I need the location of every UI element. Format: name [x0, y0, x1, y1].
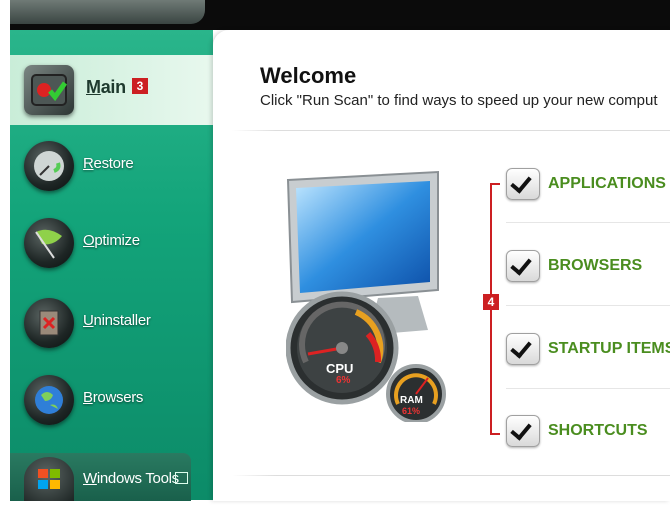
checklist-item-shortcuts[interactable]: SHORTCUTS [506, 415, 670, 449]
sidebar-item-label: Browsers [83, 389, 144, 406]
sidebar-item-restore[interactable]: Restore [10, 131, 213, 201]
divider [506, 388, 670, 389]
sidebar-item-label: Restore [83, 155, 134, 172]
sidebar-item-label: Main [86, 77, 126, 97]
sidebar-item-label: Uninstaller [83, 312, 151, 329]
checklist-label: APPLICATIONS [548, 175, 666, 192]
checkbox[interactable] [506, 250, 540, 282]
cpu-label: CPU [326, 361, 354, 376]
restore-gauge-icon [24, 141, 74, 191]
checkbox[interactable] [506, 415, 540, 447]
cpu-value: 6% [336, 375, 351, 386]
external-window-icon [175, 472, 188, 484]
sidebar-item-label: Windows Tools [83, 470, 179, 487]
callout-badge-4: 4 [483, 294, 499, 310]
checklist-label: BROWSERS [548, 257, 643, 274]
divider [506, 305, 670, 306]
checklist-item-browsers[interactable]: BROWSERS [506, 250, 670, 284]
checklist-label: STARTUP ITEMS [548, 340, 670, 357]
system-cube-icon [24, 65, 74, 115]
sidebar-item-label: Optimize [83, 232, 140, 249]
page-title: Welcome [260, 63, 357, 88]
callout-badge-3: 3 [132, 78, 148, 94]
uninstaller-icon [24, 298, 74, 348]
checklist-label: SHORTCUTS [548, 422, 648, 439]
checkbox[interactable] [506, 333, 540, 365]
sidebar-item-browsers[interactable]: Browsers [10, 365, 213, 435]
title-bar [10, 0, 670, 30]
optimize-flag-icon [24, 218, 74, 268]
ram-label: RAM [400, 395, 423, 406]
page-subtitle: Click "Run Scan" to find ways to speed u… [260, 92, 658, 109]
checklist-item-startup-items[interactable]: STARTUP ITEMS [506, 333, 670, 367]
windows-logo-icon [24, 457, 74, 501]
checklist-item-applications[interactable]: APPLICATIONS [506, 168, 670, 202]
globe-icon [24, 375, 74, 425]
app-tab [10, 0, 205, 24]
divider [232, 475, 670, 476]
divider [232, 130, 670, 131]
sidebar-item-uninstaller[interactable]: Uninstaller [10, 288, 213, 358]
divider [506, 222, 670, 223]
performance-gauges [286, 291, 446, 422]
sidebar-item-main[interactable]: Main [10, 55, 227, 125]
ram-value: 61% [402, 406, 421, 416]
checkbox[interactable] [506, 168, 540, 200]
sidebar-item-optimize[interactable]: Optimize [10, 208, 213, 278]
sidebar-item-windows-tools[interactable]: Windows Tools [10, 453, 191, 501]
